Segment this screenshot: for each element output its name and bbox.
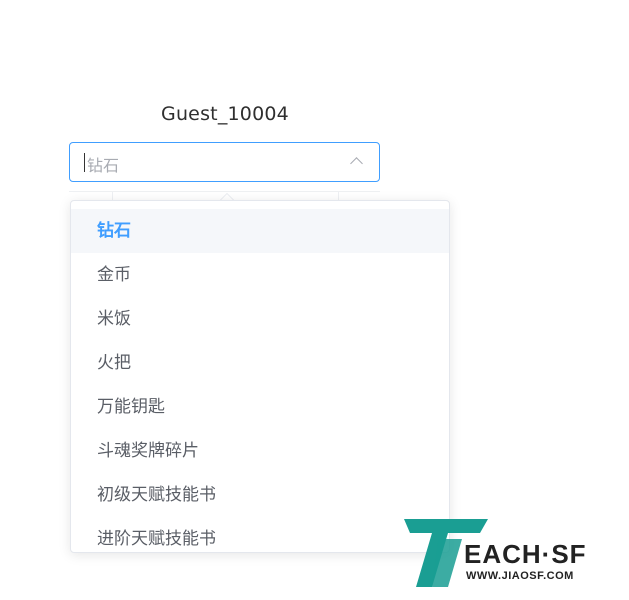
option-item[interactable]: 火把 [71,341,449,385]
page: Guest_10004 钻石 钻石 金币 米饭 火把 万能钥匙 斗魂奖牌碎片 初… [0,0,629,600]
underlying-row-divider [338,191,339,200]
logo-brand-text: EACH·SF [464,539,587,569]
select-dropdown: 钻石 金币 米饭 火把 万能钥匙 斗魂奖牌碎片 初级天赋技能书 进阶天赋技能书 [70,200,450,553]
underlying-row-divider [112,191,113,200]
logo-url-text: WWW.JIAOSF.COM [466,570,574,582]
option-list: 钻石 金币 米饭 火把 万能钥匙 斗魂奖牌碎片 初级天赋技能书 进阶天赋技能书 [71,201,449,552]
username-label: Guest_10004 [161,103,289,125]
chevron-up-icon[interactable] [350,157,363,170]
select-placeholder: 钻石 [87,156,120,175]
teach-sf-logo: EACH·SF WWW.JIAOSF.COM [404,519,587,587]
option-item[interactable]: 金币 [71,253,449,297]
option-item[interactable]: 斗魂奖牌碎片 [71,429,449,473]
option-item[interactable]: 万能钥匙 [71,385,449,429]
option-item[interactable]: 钻石 [71,209,449,253]
option-item[interactable]: 米饭 [71,297,449,341]
option-item[interactable]: 进阶天赋技能书 [71,517,449,552]
item-select[interactable]: 钻石 [69,142,380,182]
dropdown-arrow [220,193,234,200]
text-cursor [84,153,85,172]
option-item[interactable]: 初级天赋技能书 [71,473,449,517]
